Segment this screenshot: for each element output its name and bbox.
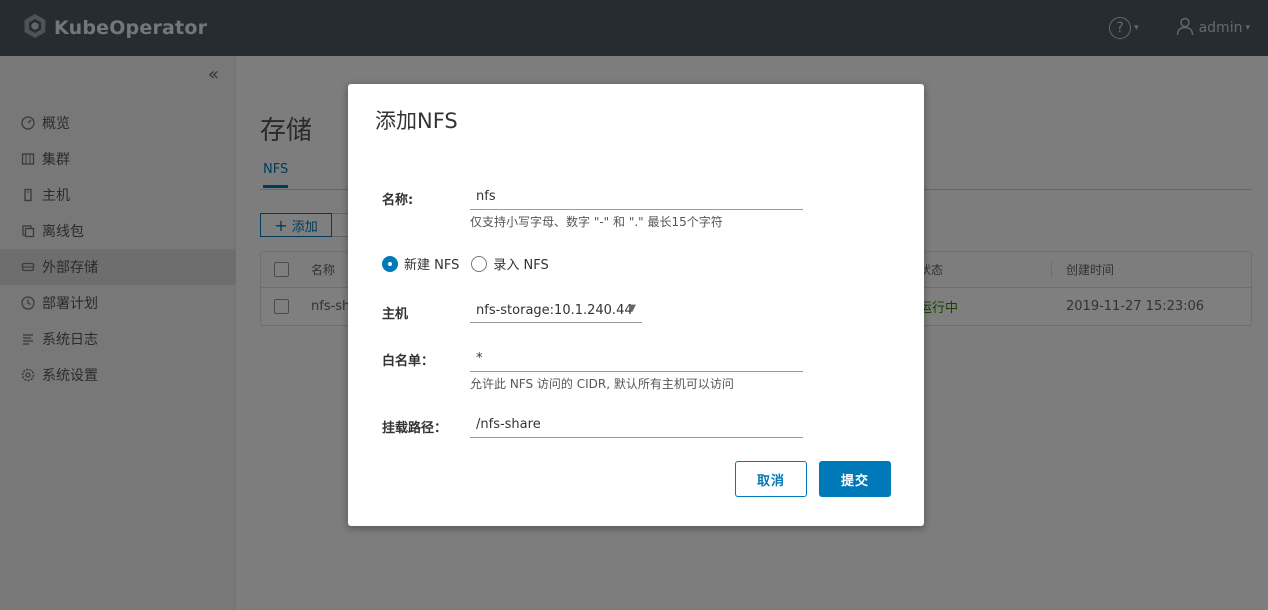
host-select[interactable]: nfs-storage:10.1.240.44 ▼ (470, 299, 642, 323)
submit-button[interactable]: 提交 (819, 461, 891, 497)
radio-import-nfs[interactable]: 录入 NFS (471, 254, 549, 273)
nfs-mode-radio-group: 新建 NFS 录入 NFS (382, 254, 561, 273)
mount-path-input[interactable] (470, 412, 803, 438)
chevron-down-icon: ▼ (628, 303, 636, 314)
host-select-value: nfs-storage:10.1.240.44 (476, 303, 633, 318)
mount-path-label: 挂载路径： (382, 421, 448, 436)
host-label: 主机 (382, 307, 409, 322)
radio-import-nfs-label: 录入 NFS (493, 258, 549, 273)
name-input[interactable] (470, 184, 803, 210)
add-nfs-dialog: 添加NFS 名称: 仅支持小写字母、数字 "-" 和 "." 最长15个字符 新… (348, 84, 924, 526)
whitelist-help-text: 允许此 NFS 访问的 CIDR, 默认所有主机可以访问 (470, 377, 734, 391)
whitelist-input[interactable] (470, 346, 803, 372)
name-help-text: 仅支持小写字母、数字 "-" 和 "." 最长15个字符 (470, 215, 723, 229)
radio-new-nfs[interactable]: 新建 NFS (382, 254, 459, 273)
cancel-button[interactable]: 取消 (735, 461, 807, 497)
whitelist-label: 白名单： (382, 354, 435, 369)
radio-new-nfs-label: 新建 NFS (404, 258, 460, 273)
name-label: 名称: (382, 193, 414, 208)
radio-unchecked-icon (471, 255, 488, 272)
dialog-title: 添加NFS (375, 109, 458, 133)
radio-checked-icon (382, 255, 398, 272)
